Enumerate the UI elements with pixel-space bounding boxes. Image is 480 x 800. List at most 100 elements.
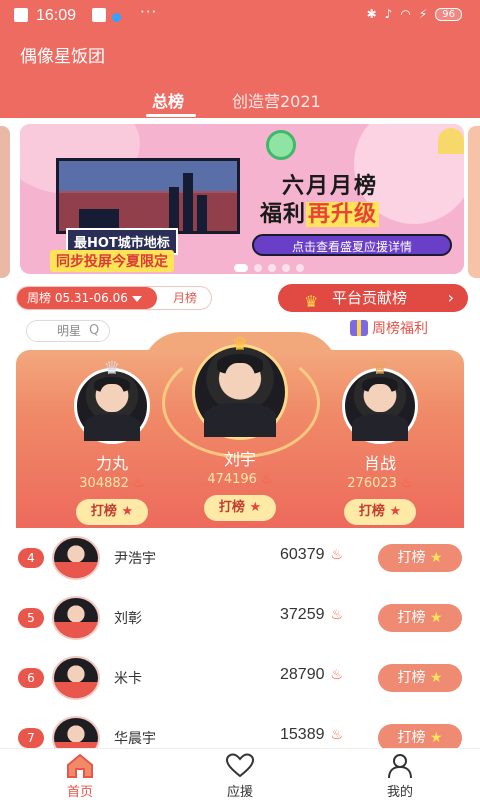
rank-badge: 4 <box>18 548 44 568</box>
carousel-dot <box>282 264 290 272</box>
tab-overall[interactable]: 总榜 <box>152 88 184 112</box>
carousel-dot <box>296 264 304 272</box>
icecream-icon <box>438 128 464 154</box>
mail-icon <box>92 8 106 26</box>
week-filter-label: 周榜 05.31-06.06 <box>27 291 128 305</box>
status-bar: 16:09 ··· ✱ ♪ ◠ ⚡ 96 <box>0 0 480 32</box>
dropdown-arrow-icon <box>131 295 142 302</box>
wifi-icon: ◠ <box>400 7 411 21</box>
banner-caption-bottom: 同步投屏今夏限定 <box>50 250 174 272</box>
avatar <box>52 596 100 640</box>
podium-rank-3[interactable]: ♛ 肖战 276023 ♨ 打榜 ★ <box>330 360 430 525</box>
status-right: ✱ ♪ ◠ ⚡ 96 <box>367 7 462 21</box>
crown-icon: ♛ <box>304 292 319 311</box>
period-toggle: 周榜 05.31-06.06 月榜 <box>16 286 212 310</box>
vote-button[interactable]: 打榜 ★ <box>378 664 462 692</box>
carousel-dot-active <box>234 264 248 272</box>
bluetooth-icon: ✱ <box>366 7 377 21</box>
silver-crown-icon: ♛ <box>103 358 121 379</box>
nav-support-label: 应援 <box>226 785 253 800</box>
vote-button[interactable]: 打榜 ★ <box>344 499 416 525</box>
dot-icon <box>112 8 121 26</box>
chevron-right-icon: › <box>447 288 454 307</box>
battery-indicator: 96 <box>435 7 462 21</box>
fire-icon: ♨ <box>133 476 145 491</box>
podium-name: 肖战 <box>363 454 396 473</box>
fire-icon: ♨ <box>330 726 344 742</box>
fire-icon: ♨ <box>401 476 413 491</box>
star-icon: ★ <box>389 504 402 519</box>
nav-home[interactable]: 首页 <box>0 749 160 800</box>
list-item-name: 华晨宇 <box>114 731 156 747</box>
ranking-list: 4 尹浩宇 60379 ♨ 打榜 ★ 5 刘彰 37259 ♨ 打榜 ★ 6 米卡 … <box>0 528 480 768</box>
banner-peek-right <box>468 126 480 278</box>
fire-icon: ♨ <box>261 472 273 487</box>
star-icon: ★ <box>429 550 443 566</box>
star-icon: ★ <box>121 504 134 519</box>
weekly-benefit-link[interactable]: 周榜福利 <box>350 318 428 338</box>
month-filter-button[interactable]: 月榜 <box>173 287 197 309</box>
rank-badge: 7 <box>18 728 44 748</box>
tab-chuangzaoying[interactable]: 创造营2021 <box>232 88 321 112</box>
more-status-icon: ··· <box>140 3 158 21</box>
list-item[interactable]: 4 尹浩宇 60379 ♨ 打榜 ★ <box>0 528 480 588</box>
bottom-nav: 首页 应援 我的 <box>0 748 480 800</box>
star-icon: ★ <box>429 730 443 746</box>
tab-indicator <box>146 114 196 117</box>
lollipop-icon <box>266 130 296 160</box>
vote-button[interactable]: 打榜 ★ <box>204 495 276 521</box>
vote-button[interactable]: 打榜 ★ <box>76 499 148 525</box>
week-filter-button[interactable]: 周榜 05.31-06.06 <box>17 287 157 309</box>
list-item-name: 尹浩宇 <box>114 551 156 567</box>
home-icon <box>67 753 93 778</box>
star-search-label: 明星 <box>57 324 82 338</box>
gift-icon <box>350 320 368 336</box>
search-icon: Q <box>89 323 100 338</box>
filter-row: 周榜 05.31-06.06 月榜 ♛ 平台贡献榜 › <box>0 284 480 312</box>
rank-badge: 6 <box>18 668 44 688</box>
fire-icon: ♨ <box>330 606 344 622</box>
rank-badge: 5 <box>18 608 44 628</box>
banner-title-line2: 福利再升级 <box>260 196 380 228</box>
banner[interactable]: 最HOT城市地标 同步投屏今夏限定 六月月榜 福利再升级 点击查看盛夏应援详情 <box>20 124 464 274</box>
podium-rank-1[interactable]: ♛ 刘宇 474196 ♨ 打榜 ★ <box>180 336 300 521</box>
podium-rank-2[interactable]: ♛ 力丸 304882 ♨ 打榜 ★ <box>62 360 162 525</box>
app-notification-icon <box>14 8 28 22</box>
charging-icon: ⚡ <box>418 7 428 21</box>
nav-profile[interactable]: 我的 <box>320 749 480 800</box>
platform-contribution-button[interactable]: ♛ 平台贡献榜 › <box>278 284 468 312</box>
fire-icon: ♨ <box>330 546 344 562</box>
podium-score: 304882 ♨ <box>79 476 145 491</box>
avatar: ♛ <box>74 360 150 444</box>
weekly-benefit-label: 周榜福利 <box>372 321 428 337</box>
banner-cta-button[interactable]: 点击查看盛夏应援详情 <box>252 234 452 256</box>
avatar: ♛ <box>192 336 288 440</box>
app-title: 偶像星饭团 <box>20 47 105 67</box>
vote-button[interactable]: 打榜 ★ <box>378 544 462 572</box>
banner-title-part-a: 福利 <box>260 202 307 227</box>
list-item-score: 28790 ♨ <box>280 666 344 683</box>
list-item-score: 37259 ♨ <box>280 606 344 623</box>
top-header: 16:09 ··· ✱ ♪ ◠ ⚡ 96 偶像星饭团 总榜 创造营2021 <box>0 0 480 118</box>
nav-support[interactable]: 应援 <box>160 749 320 800</box>
bronze-crown-icon: ♛ <box>371 358 389 379</box>
vote-button[interactable]: 打榜 ★ <box>378 604 462 632</box>
star-search-input[interactable]: 明星 Q <box>26 320 110 342</box>
nav-profile-label: 我的 <box>386 785 413 800</box>
list-item[interactable]: 6 米卡 28790 ♨ 打榜 ★ <box>0 648 480 708</box>
podium-score: 276023 ♨ <box>347 476 413 491</box>
fire-icon: ♨ <box>330 666 344 682</box>
mute-icon: ♪ <box>384 7 393 21</box>
avatar <box>52 536 100 580</box>
banner-title-part-b: 再升级 <box>306 202 380 227</box>
list-item[interactable]: 5 刘彰 37259 ♨ 打榜 ★ <box>0 588 480 648</box>
podium-name: 刘宇 <box>223 450 256 469</box>
status-time: 16:09 <box>36 7 77 24</box>
podium-score: 474196 ♨ <box>207 472 273 487</box>
heart-icon <box>225 753 255 778</box>
carousel-dot <box>254 264 262 272</box>
nav-home-label: 首页 <box>66 785 93 800</box>
notification-icons <box>14 8 28 22</box>
avatar <box>52 656 100 700</box>
banner-carousel[interactable]: 最HOT城市地标 同步投屏今夏限定 六月月榜 福利再升级 点击查看盛夏应援详情 <box>0 118 480 278</box>
